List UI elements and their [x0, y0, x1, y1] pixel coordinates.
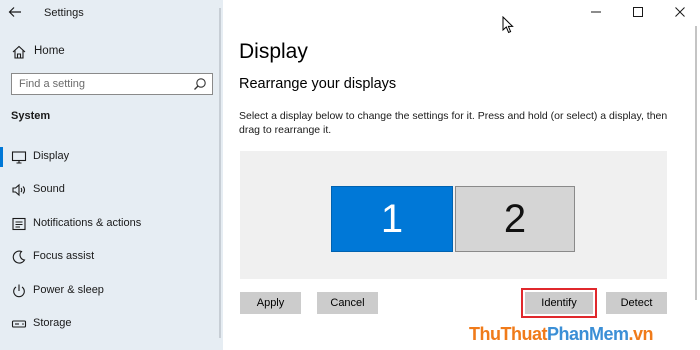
back-arrow-icon: [8, 7, 21, 17]
page-title: Display: [239, 40, 308, 63]
watermark-part1: ThuThuat: [469, 324, 547, 344]
sidebar-item-focus-assist[interactable]: Focus assist: [0, 244, 223, 270]
sidebar-item-power-sleep[interactable]: Power & sleep: [0, 278, 223, 304]
window-title: Settings: [44, 7, 84, 19]
detect-button[interactable]: Detect: [606, 292, 667, 314]
watermark-part3: .vn: [628, 324, 654, 344]
sidebar-item-label: Power & sleep: [33, 284, 104, 296]
sidebar-scrollbar[interactable]: [219, 8, 221, 338]
sidebar-item-notifications[interactable]: Notifications & actions: [0, 211, 223, 237]
minimize-icon: [591, 11, 601, 13]
watermark-part2: PhanMem: [546, 324, 629, 344]
speaker-icon: [12, 183, 26, 197]
identify-button[interactable]: Identify: [525, 292, 593, 314]
sidebar-item-label: Notifications & actions: [33, 217, 142, 229]
maximize-icon: [633, 7, 643, 17]
sidebar-item-label: Focus assist: [33, 250, 95, 262]
sidebar-item-label: Sound: [33, 183, 65, 195]
cancel-button[interactable]: Cancel: [317, 292, 378, 314]
instructions-text: Select a display below to change the set…: [239, 110, 668, 136]
sidebar-item-home[interactable]: Home: [0, 40, 223, 64]
monitor-2[interactable]: 2: [455, 186, 575, 252]
sidebar-item-label: Display: [33, 150, 70, 162]
minimize-button[interactable]: [580, 0, 612, 24]
storage-icon: [11, 320, 27, 328]
home-icon: [12, 45, 26, 59]
search-icon[interactable]: [193, 77, 207, 91]
sidebar-item-sound[interactable]: Sound: [0, 177, 223, 203]
titlebar-left: Settings: [0, 0, 223, 26]
back-button[interactable]: [6, 4, 24, 20]
monitor-icon: [11, 151, 27, 164]
content-scrollbar[interactable]: [695, 26, 697, 300]
monitor-1[interactable]: 1: [331, 186, 453, 252]
sidebar-item-display[interactable]: Display: [0, 144, 223, 170]
notification-icon: [12, 217, 26, 231]
close-icon: [675, 7, 685, 17]
close-button[interactable]: [664, 0, 696, 24]
search-box: [11, 73, 213, 95]
sidebar-item-home-label: Home: [34, 45, 65, 57]
main-content: Display Rearrange your displays Select a…: [223, 0, 700, 350]
maximize-button[interactable]: [622, 0, 654, 24]
sidebar-section-title: System: [11, 110, 51, 122]
watermark: ThuThuatPhanMem.vn: [469, 324, 654, 345]
monitor-2-label: 2: [503, 196, 527, 241]
display-arrangement-area[interactable]: 1 2: [240, 151, 667, 279]
monitor-1-label: 1: [380, 196, 404, 241]
section-title: Rearrange your displays: [239, 76, 397, 92]
apply-button[interactable]: Apply: [240, 292, 301, 314]
active-indicator: [0, 147, 3, 167]
sidebar-item-label: Storage: [33, 317, 72, 329]
power-icon: [13, 284, 25, 298]
sidebar-item-storage[interactable]: Storage: [0, 311, 223, 337]
search-input[interactable]: [12, 74, 190, 94]
sidebar: Settings Home System Display Sound: [0, 0, 223, 350]
mouse-cursor-icon: [502, 16, 514, 34]
moon-icon: [12, 250, 26, 264]
window-controls: [580, 0, 700, 26]
